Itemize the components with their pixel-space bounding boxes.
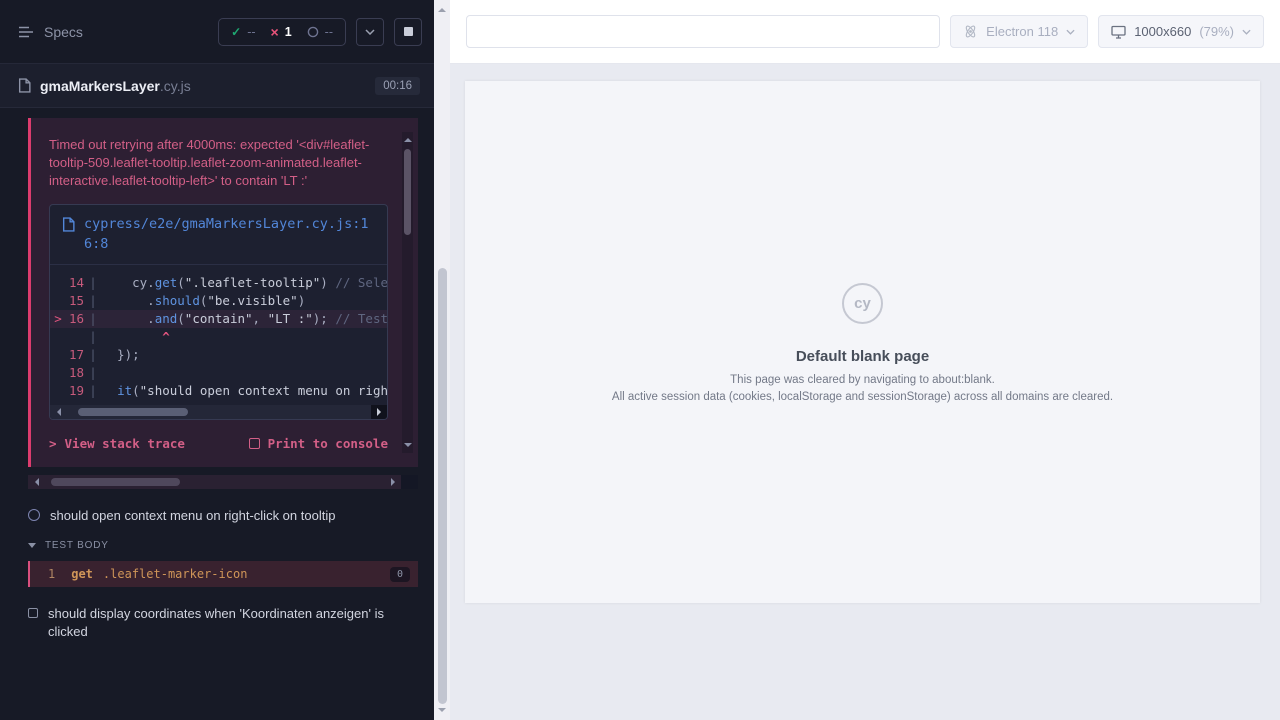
test-item-running[interactable]: should open context menu on right-click … (0, 507, 434, 525)
test-stats: ✓ -- × 1 -- (218, 18, 346, 46)
scroll-down-icon[interactable] (404, 443, 412, 451)
print-to-console-link[interactable]: Print to console (249, 436, 388, 451)
blank-page-title: Default blank page (796, 348, 929, 365)
specs-label[interactable]: Specs (44, 24, 83, 40)
chevron-right-icon: > (49, 436, 57, 451)
code-frame: cypress/e2e/gmaMarkersLayer.cy.js:16:8 1… (49, 204, 388, 420)
code-horizontal-scrollbar[interactable] (50, 405, 387, 419)
reporter-body: Timed out retrying after 4000ms: expecte… (0, 118, 434, 641)
cypress-logo-text: cy (854, 295, 871, 312)
code-line: 14| cy.get(".leaflet-tooltip") // Sele (50, 274, 387, 292)
command-count-badge: 0 (390, 567, 410, 582)
blank-page-message-2: All active session data (cookies, localS… (612, 391, 1113, 403)
code-line: 19| it("should open context menu on righ (50, 382, 387, 400)
reporter-scrollbar-thumb[interactable] (438, 268, 447, 704)
code-hscroll-thumb[interactable] (78, 408, 188, 416)
code-lines: 14| cy.get(".leaflet-tooltip") // Sele15… (50, 265, 387, 405)
passed-count: -- (247, 25, 255, 39)
stop-button[interactable] (394, 18, 422, 46)
scroll-left-icon[interactable] (28, 475, 44, 489)
code-line: 15| .should("be.visible") (50, 292, 387, 310)
stat-pending: -- (307, 25, 333, 39)
viewport-scale: (79%) (1199, 24, 1234, 39)
error-vscroll-thumb[interactable] (404, 149, 411, 235)
scrollbar-corner (401, 475, 418, 489)
failed-count: 1 (285, 25, 292, 39)
scroll-up-icon[interactable] (438, 4, 446, 12)
code-frame-file-path: cypress/e2e/gmaMarkersLayer.cy.js:16:8 (84, 215, 375, 254)
error-message: Timed out retrying after 4000ms: expecte… (49, 136, 383, 190)
reporter-hscroll-track[interactable] (44, 475, 385, 489)
failed-icon: × (271, 26, 279, 38)
view-stack-trace-label: View stack trace (65, 436, 185, 451)
code-line: 18| (50, 364, 387, 382)
collapse-tests-button[interactable] (356, 18, 384, 46)
code-hscroll-track[interactable] (66, 405, 371, 419)
reporter-panel-scrollbar[interactable] (434, 0, 450, 720)
command-log-entry[interactable]: 1 get .leaflet-marker-icon 0 (28, 561, 418, 587)
code-line: 17| }); (50, 346, 387, 364)
pending-icon (307, 26, 319, 38)
chevron-down-icon (28, 543, 36, 548)
stop-icon (404, 27, 413, 36)
url-input[interactable] (466, 15, 940, 48)
viewport-size: 1000x660 (1134, 24, 1191, 39)
reporter-horizontal-scrollbar[interactable] (28, 475, 418, 489)
aut-stage: cy Default blank page This page was clea… (450, 64, 1280, 720)
spec-header: gmaMarkersLayer.cy.js 00:16 (0, 64, 434, 108)
code-line: | ^ (50, 328, 387, 346)
scroll-down-icon[interactable] (438, 708, 446, 716)
code-frame-file-link[interactable]: cypress/e2e/gmaMarkersLayer.cy.js:16:8 (50, 205, 387, 265)
viewport-icon (1111, 25, 1126, 39)
scroll-left-icon[interactable] (50, 405, 66, 419)
specs-menu-icon[interactable] (18, 25, 34, 39)
browser-selector[interactable]: Electron 118 (950, 15, 1088, 48)
pending-count: -- (325, 25, 333, 39)
square-icon (28, 608, 38, 618)
view-stack-trace-link[interactable]: > View stack trace (49, 436, 185, 451)
command-number: 1 (30, 567, 55, 581)
browser-label: Electron 118 (986, 24, 1058, 39)
chevron-down-icon (1242, 29, 1251, 35)
command-method: get (71, 567, 93, 581)
aut-header: Electron 118 1000x660 (79%) (450, 0, 1280, 64)
reporter-hscroll-thumb[interactable] (51, 478, 181, 486)
viewport-selector[interactable]: 1000x660 (79%) (1098, 15, 1264, 48)
print-to-console-label: Print to console (268, 436, 388, 451)
cypress-logo: cy (842, 283, 883, 324)
runner-panel: Electron 118 1000x660 (79%) cy (450, 0, 1280, 720)
spec-name-ext: .cy.js (160, 78, 191, 94)
passed-icon: ✓ (231, 25, 241, 39)
blank-page: cy Default blank page This page was clea… (465, 81, 1260, 603)
spec-name[interactable]: gmaMarkersLayer.cy.js (40, 78, 191, 94)
spec-name-base: gmaMarkersLayer (40, 78, 160, 94)
reporter-panel: Specs ✓ -- × 1 -- (0, 0, 434, 720)
chevron-down-icon (1066, 29, 1075, 35)
scroll-right-icon[interactable] (385, 475, 401, 489)
stat-failed: × 1 (271, 25, 292, 39)
command-args: .leaflet-marker-icon (103, 567, 248, 581)
test-title: should display coordinates when 'Koordin… (48, 605, 398, 641)
stat-passed: ✓ -- (231, 25, 255, 39)
spec-duration: 00:16 (375, 77, 420, 95)
spec-file-icon (18, 78, 31, 93)
scroll-right-icon[interactable] (371, 405, 387, 419)
test-body-section[interactable]: TEST BODY (0, 540, 434, 551)
blank-page-message-1: This page was cleared by navigating to a… (730, 374, 995, 386)
code-line: >16| .and("contain", "LT :"); // Test (50, 310, 387, 328)
scroll-up-icon[interactable] (404, 134, 412, 142)
electron-browser-icon (963, 24, 978, 39)
reporter-header: Specs ✓ -- × 1 -- (0, 0, 434, 64)
error-vertical-scrollbar[interactable] (402, 132, 413, 453)
console-icon (249, 438, 260, 449)
spinner-icon (28, 509, 40, 521)
test-body-label: TEST BODY (45, 540, 109, 551)
app-root: Specs ✓ -- × 1 -- (0, 0, 1280, 720)
test-title: should open context menu on right-click … (50, 507, 335, 525)
test-item-pending[interactable]: should display coordinates when 'Koordin… (0, 605, 434, 641)
error-links: > View stack trace Print to console (49, 436, 388, 451)
error-panel: Timed out retrying after 4000ms: expecte… (28, 118, 418, 467)
